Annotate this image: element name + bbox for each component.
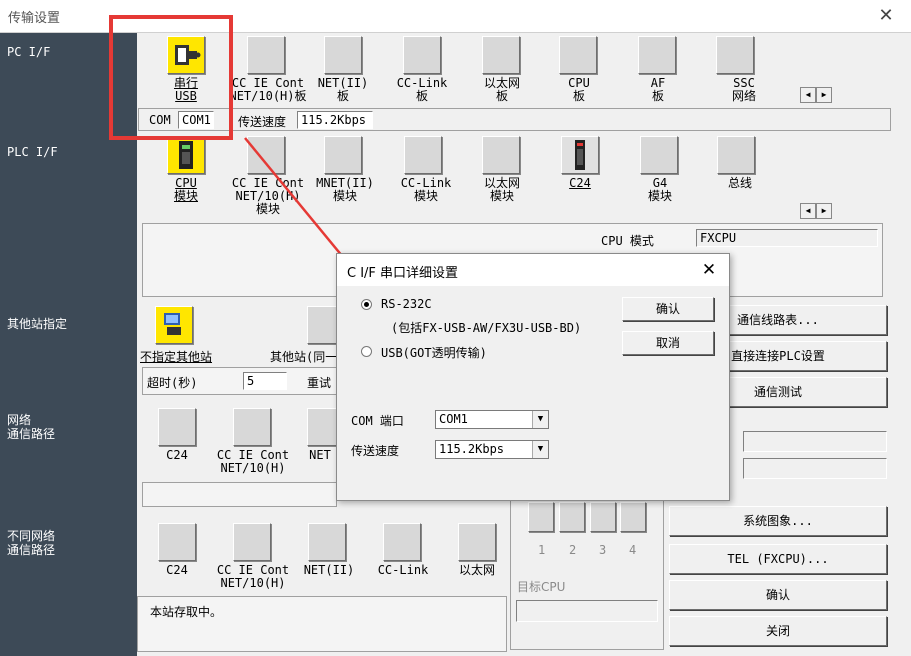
usb-got-radio[interactable] bbox=[361, 346, 372, 357]
usb-got-label[interactable]: USB(GOT透明传输) bbox=[381, 344, 487, 361]
transfer-speed-value: 115.2Kbps bbox=[439, 442, 505, 456]
chevron-down-icon[interactable]: ▼ bbox=[532, 441, 548, 458]
dialog-close-icon[interactable]: ✕ bbox=[697, 258, 721, 282]
rs232c-label[interactable]: RS-232C bbox=[381, 297, 432, 311]
transfer-speed-select[interactable]: 115.2Kbps ▼ bbox=[435, 440, 549, 459]
dialog-ok-button[interactable]: 确认 bbox=[622, 297, 714, 321]
rs232c-note: (包括FX-USB-AW/FX3U-USB-BD) bbox=[391, 321, 582, 335]
dialog-title-bar: C I/F 串口详细设置 ✕ bbox=[337, 254, 729, 286]
com-port-value: COM1 bbox=[439, 412, 468, 426]
rs232c-radio[interactable] bbox=[361, 299, 372, 310]
serial-detail-dialog: C I/F 串口详细设置 ✕ RS-232C (包括FX-USB-AW/FX3U… bbox=[336, 253, 730, 501]
com-port-select[interactable]: COM1 ▼ bbox=[435, 410, 549, 429]
dialog-speed-label: 传送速度 bbox=[351, 444, 400, 458]
dialog-cancel-button[interactable]: 取消 bbox=[622, 331, 714, 355]
dialog-title: C I/F 串口详细设置 bbox=[347, 266, 459, 281]
chevron-down-icon[interactable]: ▼ bbox=[532, 411, 548, 428]
com-port-label: COM 端口 bbox=[351, 414, 404, 428]
